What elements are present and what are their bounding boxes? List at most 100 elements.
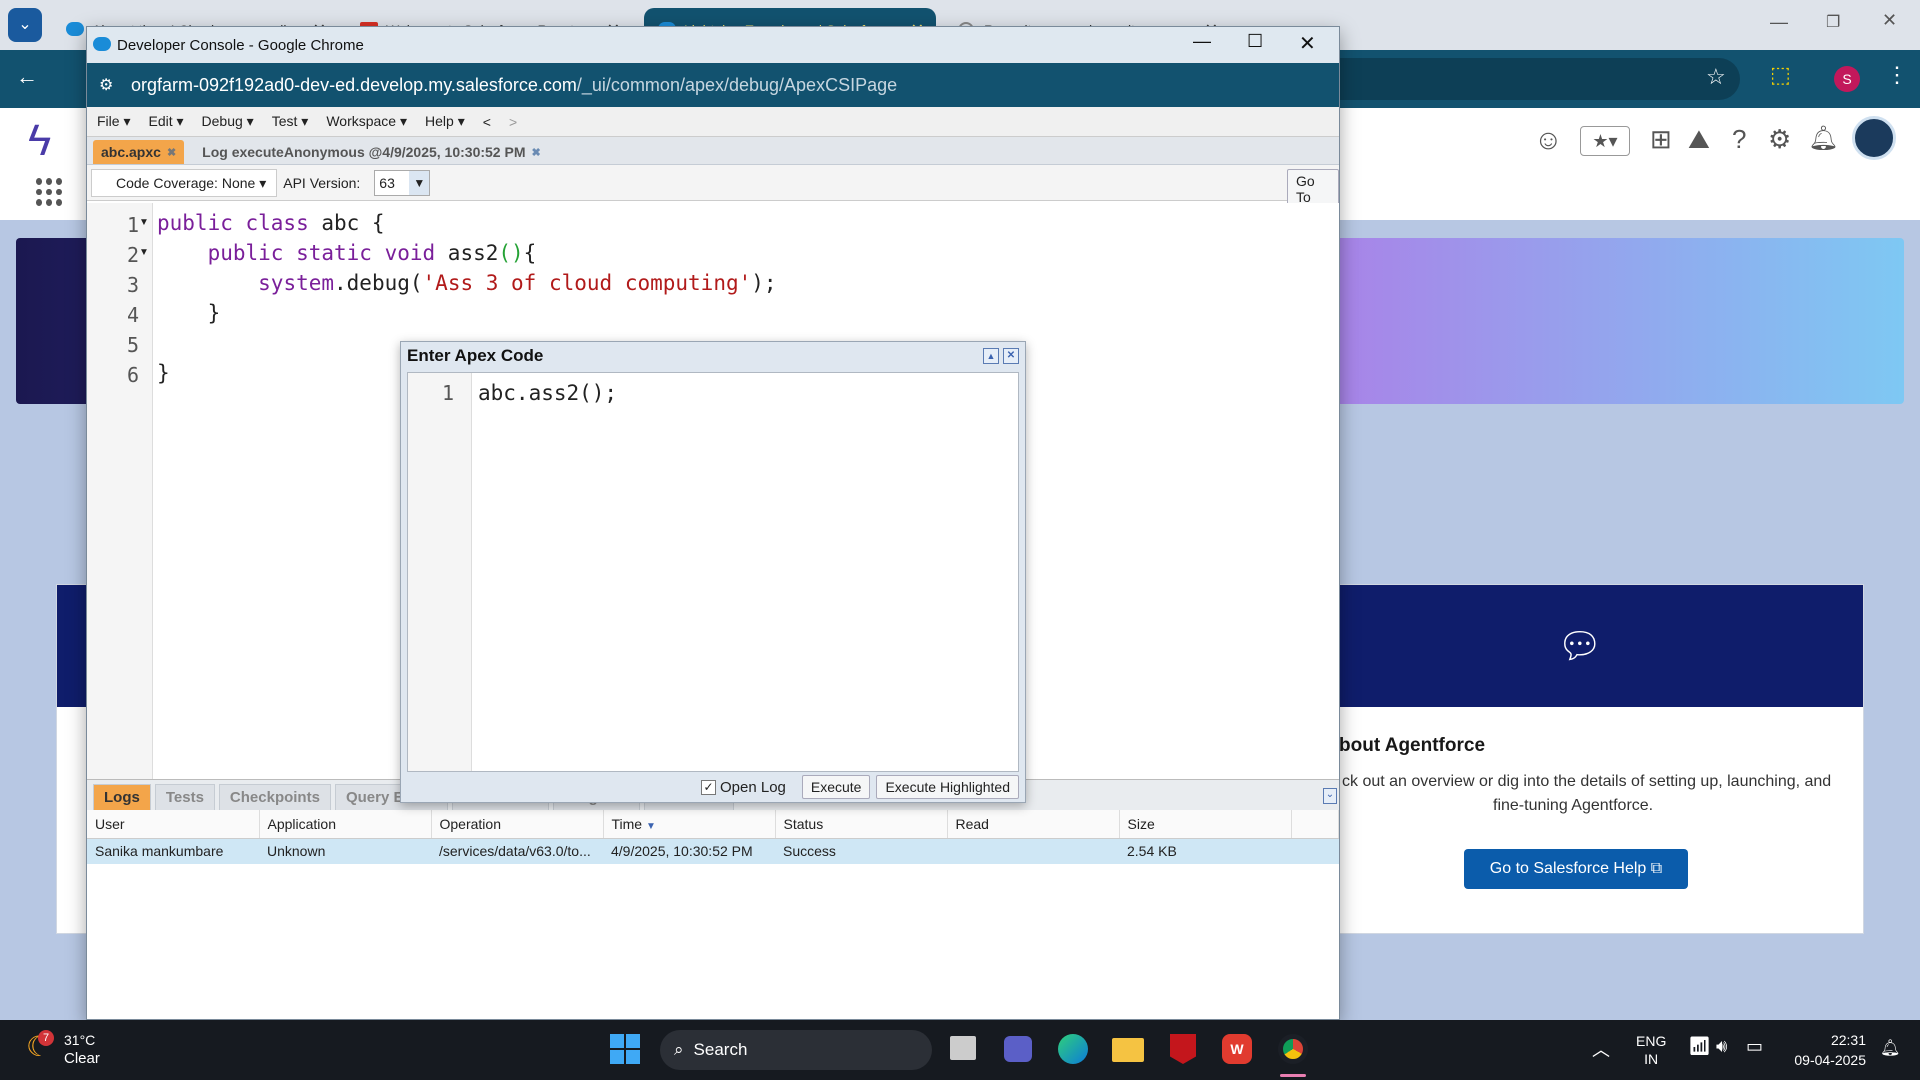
- battery-icon[interactable]: ▭: [1746, 1036, 1763, 1057]
- einstein-icon[interactable]: ☺: [1534, 124, 1563, 156]
- code-line: system.debug('Ass 3 of cloud computing')…: [258, 271, 777, 295]
- card-text: fine-tuning Agentforce.: [1493, 797, 1654, 814]
- tab-tests[interactable]: Tests: [154, 784, 215, 810]
- dialog-gutter: 1: [408, 373, 472, 771]
- tab-search-button[interactable]: ⌄: [8, 8, 42, 42]
- cell-application: Unknown: [259, 838, 431, 864]
- wifi-icon[interactable]: 📶︎: [1688, 1036, 1711, 1057]
- nav-forward[interactable]: >: [509, 114, 517, 130]
- weather-widget[interactable]: ☾ 7 31°C Clear: [22, 1030, 132, 1070]
- close-tab-icon[interactable]: ✖: [531, 146, 540, 159]
- tab-log[interactable]: Log executeAnonymous @4/9/2025, 10:30:52…: [194, 140, 549, 164]
- tab-logs[interactable]: Logs: [93, 784, 151, 810]
- window-title: Developer Console - Google Chrome: [117, 36, 364, 54]
- code-line: }: [157, 361, 170, 385]
- task-view-icon[interactable]: [950, 1036, 976, 1060]
- menu-file[interactable]: File ▾: [97, 113, 130, 130]
- menu-workspace[interactable]: Workspace ▾: [326, 113, 407, 130]
- volume-icon[interactable]: 🔊︎: [1716, 1036, 1727, 1057]
- apex-code-input[interactable]: 1 abc.ass2();: [407, 372, 1019, 772]
- code-line: abc.ass2();: [478, 381, 618, 405]
- more-menu-icon[interactable]: ⋮: [1886, 62, 1908, 88]
- window-titlebar: Developer Console - Google Chrome — ☐ ✕: [87, 27, 1339, 63]
- extensions-icon[interactable]: ⬚: [1770, 62, 1791, 88]
- taskbar: ☾ 7 31°C Clear ⌕ Search W ︿ ENG IN 📶︎ 🔊︎ ▭…: [0, 1020, 1920, 1080]
- dc-address-bar[interactable]: ⚙ orgfarm-092f192ad0-dev-ed.develop.my.s…: [87, 63, 1339, 107]
- minimize-icon[interactable]: —: [1770, 12, 1788, 33]
- open-log-checkbox[interactable]: ✓ Open Log: [700, 779, 786, 796]
- col-application[interactable]: Application: [259, 810, 432, 839]
- fold-arrow-icon[interactable]: ▼: [139, 217, 149, 228]
- add-icon[interactable]: ⊞: [1650, 124, 1672, 155]
- language-indicator[interactable]: ENG IN: [1636, 1032, 1666, 1068]
- notification-icon[interactable]: 🔔︎: [1880, 1038, 1900, 1058]
- col-size[interactable]: Size: [1119, 810, 1292, 839]
- menu-bar: File ▾ Edit ▾ Debug ▾ Test ▾ Workspace ▾…: [87, 107, 1339, 137]
- line-number: 1: [126, 213, 139, 237]
- tab-checkpoints[interactable]: Checkpoints: [218, 784, 331, 810]
- meet-icon[interactable]: [1004, 1036, 1032, 1062]
- code-line: public static void ass2(){: [207, 241, 537, 265]
- api-version-label: API Version:: [283, 174, 361, 191]
- bookmark-star-icon[interactable]: ☆: [1706, 64, 1726, 90]
- favorites-icon[interactable]: ★▾: [1580, 126, 1630, 156]
- search-icon: ⌕: [674, 1040, 684, 1059]
- edge-icon[interactable]: [1058, 1034, 1088, 1064]
- restore-icon[interactable]: ❐: [1826, 12, 1840, 32]
- chevron-up-icon[interactable]: ︿: [1592, 1036, 1610, 1062]
- start-button[interactable]: [610, 1034, 640, 1064]
- avatar[interactable]: S: [1834, 66, 1860, 92]
- trailhead-icon[interactable]: ⛰: [1688, 124, 1710, 156]
- help-icon[interactable]: ?: [1732, 124, 1746, 155]
- close-icon[interactable]: ✕: [1299, 31, 1316, 56]
- gear-icon[interactable]: ⚙: [1768, 124, 1791, 155]
- chrome-icon[interactable]: [1278, 1034, 1308, 1064]
- col-read[interactable]: Read: [947, 810, 1120, 839]
- collapse-icon[interactable]: ▲: [983, 348, 999, 364]
- menu-help[interactable]: Help ▾: [425, 113, 465, 130]
- col-time[interactable]: Time ▼: [603, 810, 776, 839]
- code-coverage-select[interactable]: Code Coverage: None ▾: [91, 168, 278, 197]
- table-row[interactable]: Sanika mankumbare Unknown /services/data…: [87, 838, 1339, 864]
- site-info-icon[interactable]: ⚙: [99, 75, 113, 95]
- menu-test[interactable]: Test ▾: [272, 113, 309, 130]
- api-version-select[interactable]: 63 ▼: [374, 169, 431, 196]
- cell-operation: /services/data/v63.0/to...: [431, 838, 603, 864]
- checkbox-checked-icon[interactable]: ✓: [700, 779, 716, 795]
- salesforce-cloud-icon: [66, 22, 84, 36]
- menu-edit[interactable]: Edit ▾: [148, 113, 183, 130]
- col-operation[interactable]: Operation: [431, 810, 604, 839]
- weather-desc: Clear: [64, 1050, 100, 1067]
- mcafee-icon[interactable]: [1170, 1034, 1196, 1064]
- execute-highlighted-button[interactable]: Execute Highlighted: [876, 775, 1019, 799]
- bell-icon[interactable]: 🔔︎: [1808, 124, 1838, 153]
- close-tab-icon[interactable]: ✖: [167, 146, 176, 159]
- weather-badge: 7: [38, 1030, 54, 1046]
- close-icon[interactable]: ✕: [1003, 348, 1019, 364]
- go-to-help-button[interactable]: Go to Salesforce Help ⧉: [1464, 849, 1688, 889]
- user-avatar[interactable]: [1852, 116, 1896, 160]
- col-user[interactable]: User: [87, 810, 260, 839]
- wps-office-icon[interactable]: W: [1222, 1034, 1252, 1064]
- tab-abc-apxc[interactable]: abc.apxc ✖: [93, 140, 185, 164]
- taskbar-search[interactable]: ⌕ Search: [660, 1030, 932, 1070]
- file-explorer-icon[interactable]: [1112, 1038, 1144, 1062]
- maximize-icon[interactable]: ☐: [1247, 31, 1263, 52]
- chat-icon: 💬︎: [1557, 625, 1603, 666]
- minimize-icon[interactable]: —: [1193, 31, 1211, 52]
- collapse-panel-icon[interactable]: ⌄: [1323, 788, 1337, 804]
- logs-table: User Application Operation Time ▼ Status…: [87, 810, 1339, 864]
- editor-gutter: 1 2 3 4 5 6 ▼ ▼: [87, 203, 153, 779]
- col-status[interactable]: Status: [775, 810, 948, 839]
- clock[interactable]: 22:31 09-04-2025: [1786, 1030, 1866, 1070]
- fold-arrow-icon[interactable]: ▼: [139, 247, 149, 258]
- cell-status: Success: [775, 838, 947, 864]
- salesforce-cloud-icon: [93, 37, 111, 51]
- close-window-icon[interactable]: ✕: [1882, 10, 1897, 31]
- dialog-title: Enter Apex Code: [407, 346, 544, 365]
- menu-debug[interactable]: Debug ▾: [202, 113, 254, 130]
- nav-back[interactable]: <: [483, 114, 491, 130]
- execute-button[interactable]: Execute: [801, 775, 871, 799]
- back-icon[interactable]: ←: [16, 64, 38, 90]
- app-launcher-icon[interactable]: [36, 178, 64, 206]
